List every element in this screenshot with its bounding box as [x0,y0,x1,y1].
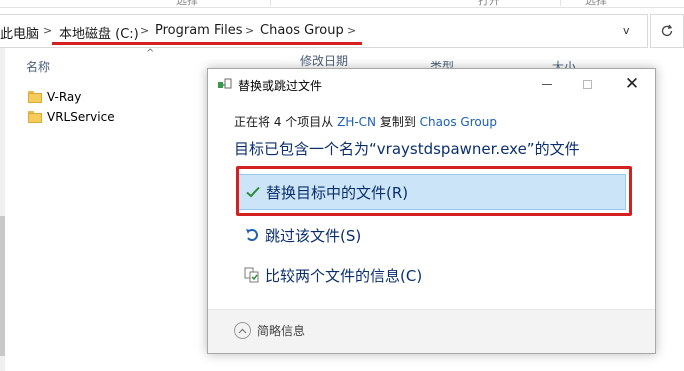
skip-file-option[interactable]: 跳过该文件(S) [238,217,626,253]
folder-icon [28,91,42,103]
screen: 选择 打开 选择 此电脑 > 本地磁盘 (C:) > Program Files… [0,0,684,371]
copy-info-line: 正在将 4 个项目从 ZH-CN 复制到 Chaos Group [234,113,497,130]
breadcrumb-separator[interactable]: > [140,24,149,37]
dialog-titlebar[interactable]: 替换或跳过文件 ✕ [208,69,655,99]
file-copy-icon [218,78,232,89]
address-highlight-underline [52,42,362,45]
conflict-headline: 目标已包含一个名为“vraystdspawner.exe”的文件 [234,140,580,158]
compare-files-option[interactable]: 比较两个文件的信息(C) [238,257,626,293]
address-dropdown-icon[interactable]: v [623,24,630,37]
refresh-button[interactable] [650,14,684,48]
ribbon-label[interactable]: 打开 [478,0,500,8]
chevron-up-icon [234,322,251,339]
dialog-title: 替换或跳过文件 [238,79,323,93]
sort-ascending-icon: ^ [146,48,155,59]
dialog-footer: 简略信息 [208,310,655,353]
maximize-button[interactable] [564,69,610,99]
close-icon: ✕ [624,74,640,94]
skip-arrow-icon [243,226,261,244]
copy-info-middle: 复制到 [376,115,420,129]
breadcrumb-local-disk[interactable]: 本地磁盘 (C:) [59,23,139,42]
ribbon-separator [560,0,561,6]
folder-icon [28,111,42,123]
breadcrumb-separator[interactable]: > [245,24,254,37]
skip-file-label: 跳过该文件(S) [265,226,362,245]
breadcrumb-program-files[interactable]: Program Files [155,23,243,38]
compare-files-label: 比较两个文件的信息(C) [265,266,423,285]
breadcrumb-chaos-group[interactable]: Chaos Group [260,23,344,38]
compare-files-icon [243,266,261,284]
ribbon-label[interactable]: 选择 [176,0,198,8]
file-name: VRLService [47,110,115,124]
scrollbar-thumb[interactable] [0,216,5,356]
breadcrumb-this-pc[interactable]: 此电脑 [0,23,39,42]
close-button[interactable]: ✕ [609,69,655,99]
nav-pane-scrollbar[interactable] [0,48,5,371]
refresh-icon [661,24,673,37]
destination-folder-link[interactable]: Chaos Group [420,115,497,129]
ribbon-separator [270,0,271,6]
copy-info-prefix: 正在将 4 个项目从 [234,115,338,129]
fewer-details-button[interactable]: 简略信息 [234,322,305,339]
maximize-icon [582,79,592,89]
minimize-icon [542,83,552,85]
breadcrumb-separator[interactable]: > [43,24,52,37]
ribbon: 选择 打开 选择 [0,0,684,8]
file-name: V-Ray [47,90,82,104]
column-header-name[interactable]: 名称 [26,58,50,75]
breadcrumb-separator[interactable]: > [347,24,356,37]
list-item[interactable]: V-Ray [28,88,81,106]
fewer-details-label: 简略信息 [257,324,306,338]
source-folder-link[interactable]: ZH-CN [337,115,376,129]
replace-option-highlight-box [236,166,632,216]
list-item[interactable]: VRLService [28,108,115,126]
column-header-modified[interactable]: 修改日期 [300,52,348,69]
ribbon-label[interactable]: 选择 [585,0,607,8]
